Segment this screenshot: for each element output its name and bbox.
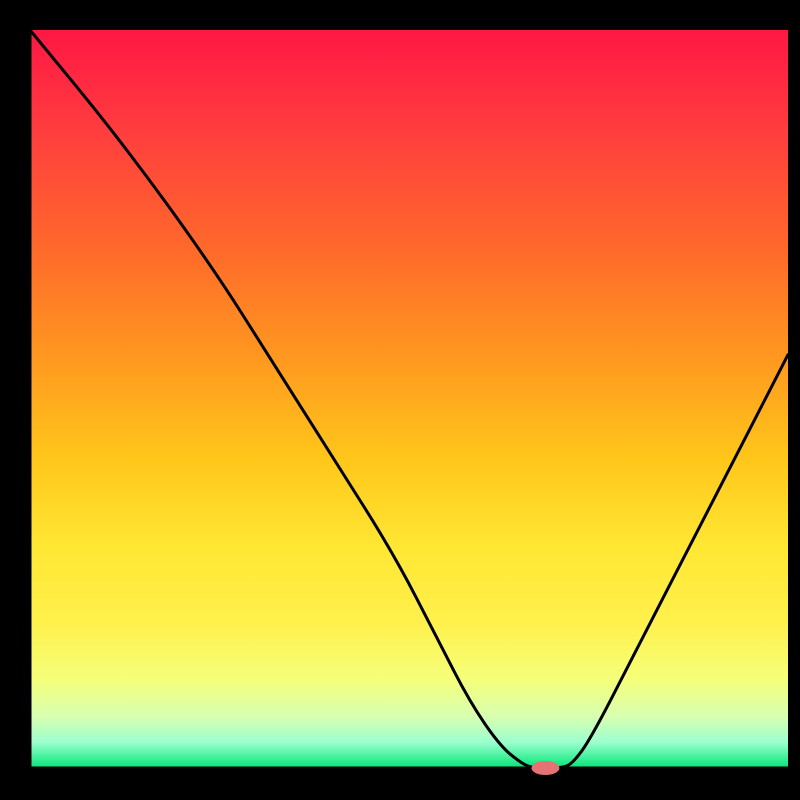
optimal-marker <box>531 761 559 775</box>
plot-background <box>30 30 788 768</box>
bottleneck-chart <box>0 0 800 800</box>
